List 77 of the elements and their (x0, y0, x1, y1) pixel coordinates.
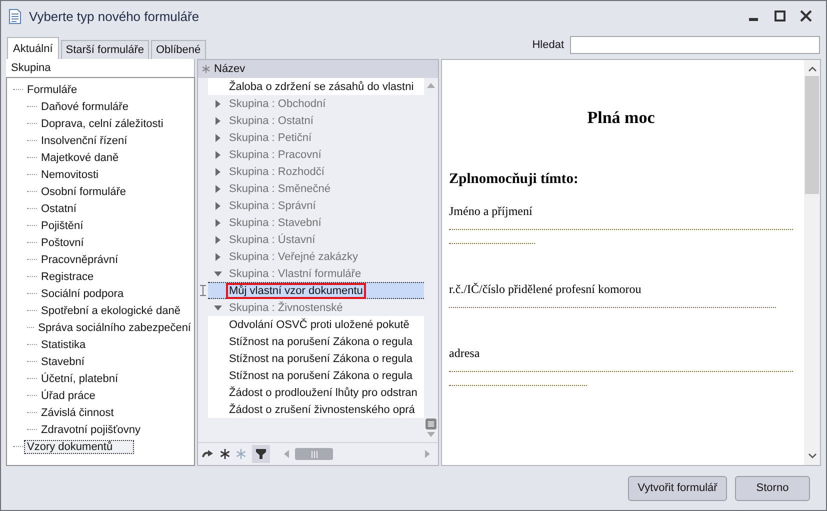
tab[interactable]: Starší formuláře (60, 40, 149, 59)
group-row[interactable]: Skupina : Ústavní (229, 234, 316, 246)
expand-arrow-icon[interactable] (214, 218, 222, 226)
expand-arrow-icon[interactable] (214, 150, 222, 158)
filter-button[interactable] (252, 445, 270, 463)
tree-item[interactable]: Osobní formuláře (38, 184, 129, 198)
group-row[interactable]: Skupina : Veřejné zakázky (229, 250, 358, 262)
search-field[interactable] (570, 36, 820, 54)
tree-item[interactable]: Doprava, celní záležitosti (38, 116, 166, 130)
redo-icon[interactable] (202, 449, 214, 459)
expand-arrow-icon[interactable] (214, 202, 222, 210)
tree-item[interactable]: Úřad práce (38, 388, 98, 402)
expand-arrow-icon[interactable] (214, 252, 222, 260)
tree-item[interactable]: Ostatní (38, 202, 80, 216)
text-cursor-icon (200, 285, 206, 296)
group-row[interactable]: Skupina : Rozhodčí (229, 166, 324, 178)
window-title: Vyberte typ nového formuláře (29, 8, 200, 24)
filter-icon (256, 449, 266, 459)
close-icon[interactable] (800, 10, 812, 22)
tree-item[interactable]: Stavební (38, 354, 88, 368)
expand-arrow-icon[interactable] (214, 168, 222, 176)
asterisk-icon[interactable] (220, 449, 230, 459)
tree-item[interactable]: Formuláře (24, 82, 80, 96)
tree-item[interactable]: Zdravotní pojišťovny (38, 422, 144, 436)
scroll-down-icon[interactable] (808, 453, 816, 459)
document-icon (9, 8, 21, 24)
field-label: adresa (449, 346, 481, 361)
list-menu-icon[interactable] (425, 418, 437, 430)
group-row[interactable]: Skupina : Směnečné (229, 182, 331, 194)
tree-item[interactable]: Majetkové daně (38, 150, 122, 164)
group-row[interactable]: Skupina : Petiční (229, 132, 312, 144)
document-title: Plná moc (586, 108, 656, 128)
scroll-up-icon[interactable] (808, 66, 816, 72)
group-row[interactable]: Skupina : Správní (229, 200, 316, 212)
dialog-button[interactable]: Storno (735, 476, 810, 500)
scroll-thumb[interactable] (805, 76, 819, 194)
expand-arrow-icon[interactable] (214, 184, 222, 192)
tab[interactable]: Oblíbené (151, 40, 206, 59)
tree-item[interactable]: Statistika (38, 338, 89, 352)
tree-item[interactable]: Nemovitosti (38, 168, 102, 182)
group-row[interactable]: Skupina : Stavební (229, 216, 322, 228)
tree-item[interactable]: Poštovní (38, 236, 87, 250)
column-header[interactable]: Název (214, 63, 246, 75)
tree-item[interactable]: Sociální podpora (38, 286, 127, 300)
field-label: Jméno a příjmení (449, 204, 534, 219)
form-item[interactable]: Můj vlastní vzor dokumentu (226, 282, 366, 298)
column-header[interactable]: Skupina (6, 59, 195, 77)
maximize-icon[interactable] (774, 10, 786, 22)
group-row[interactable]: Skupina : Živnostenské (229, 302, 343, 314)
tree-item[interactable]: Pracovněprávní (38, 252, 122, 266)
tree-item[interactable]: Spotřební a ekologické daně (38, 304, 184, 318)
tree-item[interactable]: Registrace (38, 270, 97, 284)
expand-arrow-icon[interactable] (214, 100, 222, 108)
asterisk-icon (202, 65, 210, 73)
expand-arrow-icon[interactable] (214, 134, 222, 142)
group-row[interactable]: Skupina : Obchodní (229, 98, 326, 110)
group-row[interactable]: Skupina : Pracovní (229, 148, 322, 160)
collapse-arrow-icon[interactable] (214, 304, 222, 312)
group-row[interactable]: Skupina : Vlastní formuláře (229, 268, 362, 280)
tree-item[interactable]: Pojištění (38, 218, 86, 232)
scrollbar[interactable] (804, 60, 820, 465)
collapse-arrow-icon[interactable] (214, 270, 222, 278)
group-row[interactable]: Skupina : Ostatní (229, 114, 314, 126)
tree-item[interactable]: Účetní, platební (38, 372, 122, 386)
tab[interactable]: Aktuální (7, 37, 59, 59)
document-heading: Zplnomocňuji tímto: (449, 171, 580, 188)
expand-arrow-icon[interactable] (214, 236, 222, 244)
tree-item[interactable]: Insolvenční řízení (38, 134, 130, 148)
tree-item[interactable]: Správa sociálního zabezpečení (35, 320, 194, 334)
field-label: r.č./IČ/číslo přidělené profesní komorou (449, 282, 642, 297)
tree-item[interactable]: Závislá činnost (38, 406, 117, 420)
dialog-button[interactable]: Vytvořit formulář (628, 476, 727, 500)
tree-item[interactable]: Vzory dokumentů (24, 440, 134, 454)
expand-arrow-icon[interactable] (214, 116, 222, 124)
tree-item[interactable]: Daňové formuláře (38, 100, 132, 114)
search-label: Hledat (532, 39, 564, 51)
scroll-thumb[interactable] (295, 448, 333, 460)
